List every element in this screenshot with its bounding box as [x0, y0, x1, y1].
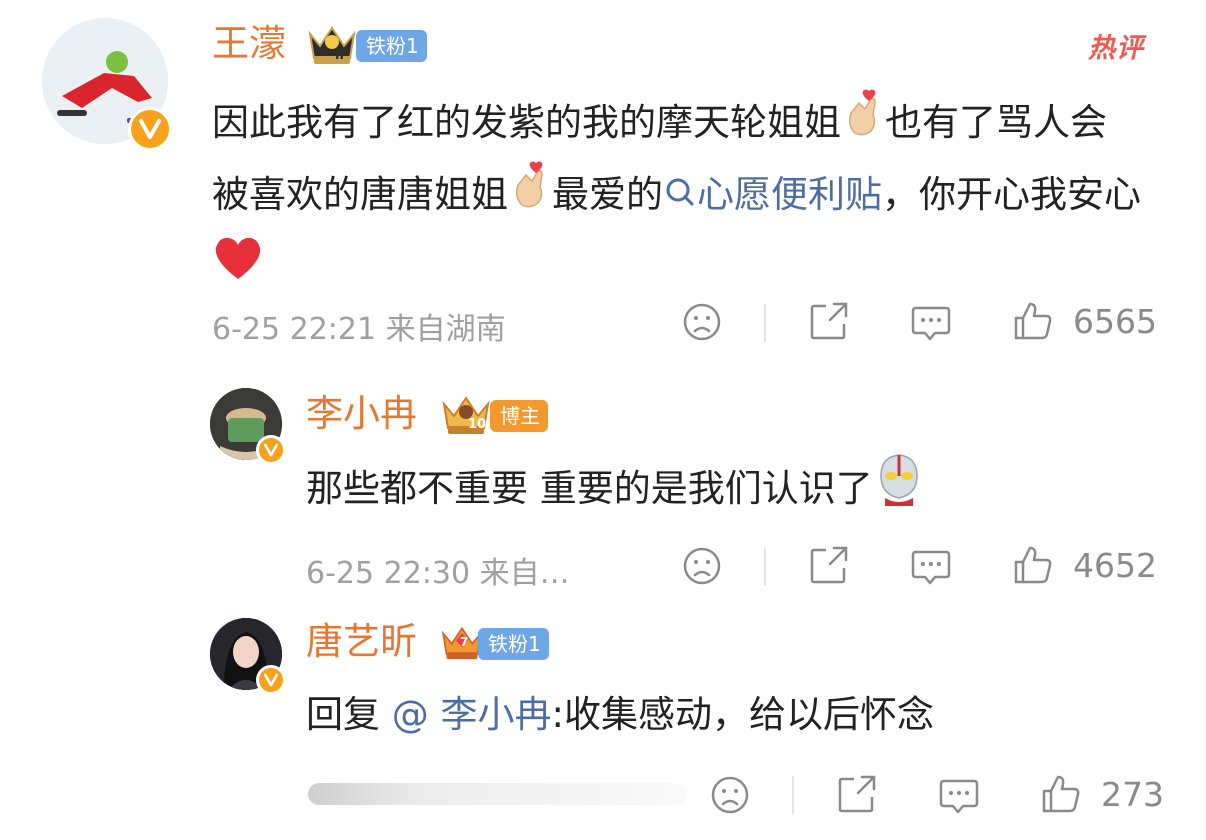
reply-prefix: 回复 [306, 693, 380, 736]
comment-3: 唐艺昕 7 铁粉1 回复 @ 李小冉:收集感动，给以后怀念 273 [0, 0, 1206, 840]
fan-badge: 铁粉1 [478, 628, 549, 660]
comment-text: 回复 @ 李小冉:收集感动，给以后怀念 [306, 680, 1156, 750]
divider [792, 776, 794, 814]
username[interactable]: 唐艺昕 [306, 620, 417, 664]
share-icon[interactable] [836, 773, 878, 819]
mention-link[interactable]: @ 李小冉 [392, 693, 552, 736]
sad-face-icon[interactable] [710, 775, 750, 819]
thumbs-up-icon[interactable] [1040, 773, 1082, 819]
like-count: 273 [1101, 775, 1164, 814]
verified-v-icon [256, 665, 286, 695]
medal-level: 7 [460, 635, 469, 649]
comment-bubble-icon[interactable] [938, 775, 980, 821]
text-segment: :收集感动，给以后怀念 [551, 693, 934, 736]
loading-placeholder-bar [308, 783, 686, 805]
